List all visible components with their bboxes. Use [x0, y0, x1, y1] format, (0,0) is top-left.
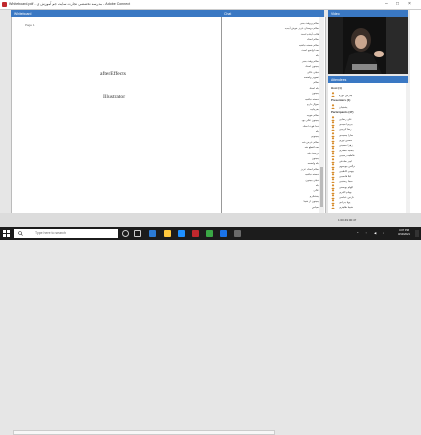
chat-message: بله واضحه	[307, 162, 319, 166]
attendee-row[interactable]: پشتیبان	[331, 103, 407, 110]
whiteboard-text-item: Illustrator	[103, 94, 126, 100]
presenter-video-image	[328, 17, 408, 74]
edge-icon[interactable]	[149, 230, 156, 237]
chat-message: بفرمایید	[310, 108, 319, 112]
taskbar-search-placeholder: Type here to search	[35, 231, 66, 235]
chat-message: سلام دوستان عزیز خوش آمدید	[284, 27, 319, 31]
chat-header-label: Chat	[224, 11, 232, 16]
store-icon[interactable]	[178, 230, 185, 237]
attendee-name: شیما طاهری	[339, 206, 354, 210]
attendees-header[interactable]: Attendees	[328, 76, 408, 83]
chat-message: خیلی ممنون	[305, 178, 319, 182]
chat-message: ممنونم	[311, 135, 319, 139]
taskbar-search-box[interactable]	[14, 229, 118, 238]
windows-start-icon[interactable]	[3, 230, 10, 237]
chat-message: تصویر واضحه	[304, 76, 319, 79]
chat-message: سلام استاد	[306, 38, 319, 42]
chat-header[interactable]: Chat	[221, 10, 324, 17]
chat-message: ممنون از شما	[303, 200, 319, 204]
search-icon	[18, 231, 23, 236]
close-icon[interactable]: ×	[408, 1, 411, 7]
video-header-label: Video	[331, 11, 340, 16]
title-bar: Whiteboard.pdf - مدرسه تخصصی تجارت سایت …	[0, 0, 421, 10]
person-icon	[331, 91, 335, 97]
chat-message: ممنون	[311, 157, 319, 160]
file-explorer-icon[interactable]	[164, 230, 171, 237]
chat-message: قالب آماده است	[300, 32, 319, 36]
network-icon[interactable]: ◔	[365, 231, 367, 235]
volume-icon[interactable]: ◀	[374, 231, 376, 235]
attendee-group-label[interactable]: Presenters (1)	[331, 98, 350, 102]
task-view-icon[interactable]	[134, 230, 141, 237]
chat-message: سوال دارم	[307, 103, 319, 106]
elapsed-time: 1:00:49:00:47	[338, 218, 357, 222]
chat-message: خسته نباشید	[305, 173, 319, 177]
chat-scrollbar[interactable]	[319, 17, 324, 213]
chat-message: خسته نباشید	[305, 97, 319, 101]
chat-message: خدا قوت استاد	[302, 124, 319, 128]
minimize-icon[interactable]: –	[385, 1, 388, 7]
chat-message: ممنون استاد	[305, 65, 319, 69]
attendee-row[interactable]: شیما طاهری	[331, 204, 407, 210]
chat-panel: سلام و وقت بخیر سلام دوستان عزیز خوش آمدی…	[221, 17, 325, 213]
windows-taskbar: Type here to search ^ ◔ ◀ ▫ 4:07 PM 3/10…	[0, 227, 421, 240]
chat-message: صدا قطع شد	[304, 146, 319, 150]
app-gray-icon[interactable]	[234, 230, 241, 237]
right-sidebar	[410, 10, 421, 213]
attendees-header-label: Attendees	[331, 77, 347, 82]
chat-message: سپاس	[311, 205, 319, 209]
chat-message: سلام خسته نباشید	[298, 43, 319, 47]
chat-message: متشکرم	[309, 194, 319, 198]
chat-message: درست شد	[307, 151, 319, 155]
app-blue-icon[interactable]	[220, 230, 227, 237]
chat-message: خیلی عالی	[307, 70, 319, 74]
chat-message: سلام عرض شد	[301, 140, 319, 144]
notification-icon[interactable]	[415, 230, 419, 237]
cortana-icon[interactable]	[122, 230, 129, 237]
whiteboard-page-label: Page 1	[25, 23, 35, 27]
person-icon	[331, 103, 335, 109]
whiteboard-header-label: Whiteboard	[14, 11, 32, 16]
attendee-group-label[interactable]: Host (1)	[331, 86, 342, 90]
status-bar: 1:00:49:00:47	[0, 213, 421, 435]
chat-scroll-thumb[interactable]	[320, 167, 323, 207]
chat-message: ممنون عالی بود	[301, 119, 319, 123]
taskbar-clock[interactable]: 4:07 PM 3/10/2021	[398, 229, 410, 237]
app-green-icon[interactable]	[206, 230, 213, 237]
whiteboard-text-item: afterEffects	[100, 71, 126, 77]
chat-message: ممنون	[311, 92, 319, 96]
chat-message: سلام وقت بخیر	[301, 59, 319, 63]
video-header[interactable]: Video	[328, 10, 408, 17]
attendee-name: مدرس دوره	[339, 93, 353, 97]
attendee-row[interactable]: مدرس دوره	[331, 91, 407, 98]
tray-chevron-icon[interactable]: ^	[357, 231, 358, 235]
chat-message: سلام استاد عزیز	[300, 167, 319, 171]
chat-message: صدا واضح است	[301, 49, 319, 52]
attendee-name: پشتیبان	[339, 105, 348, 109]
chat-message: سلام و وقت بخیر	[299, 22, 319, 25]
video-feed	[328, 17, 408, 74]
clock-date: 3/10/2021	[398, 233, 410, 236]
person-icon	[331, 204, 335, 210]
chat-message: بله استاد	[309, 86, 319, 90]
language-icon[interactable]: ▫	[383, 231, 384, 235]
horizontal-scrollbar[interactable]	[13, 430, 275, 435]
chat-message: سلام خوبید	[306, 113, 319, 117]
adobe-connect-icon	[2, 2, 7, 7]
attendee-group-label[interactable]: Participants (47)	[331, 110, 354, 114]
adobe-connect-taskbar-icon[interactable]	[192, 230, 199, 237]
window-title: Whiteboard.pdf - مدرسه تخصصی تجارت سایت …	[9, 2, 131, 6]
maximize-icon[interactable]: □	[396, 1, 399, 7]
